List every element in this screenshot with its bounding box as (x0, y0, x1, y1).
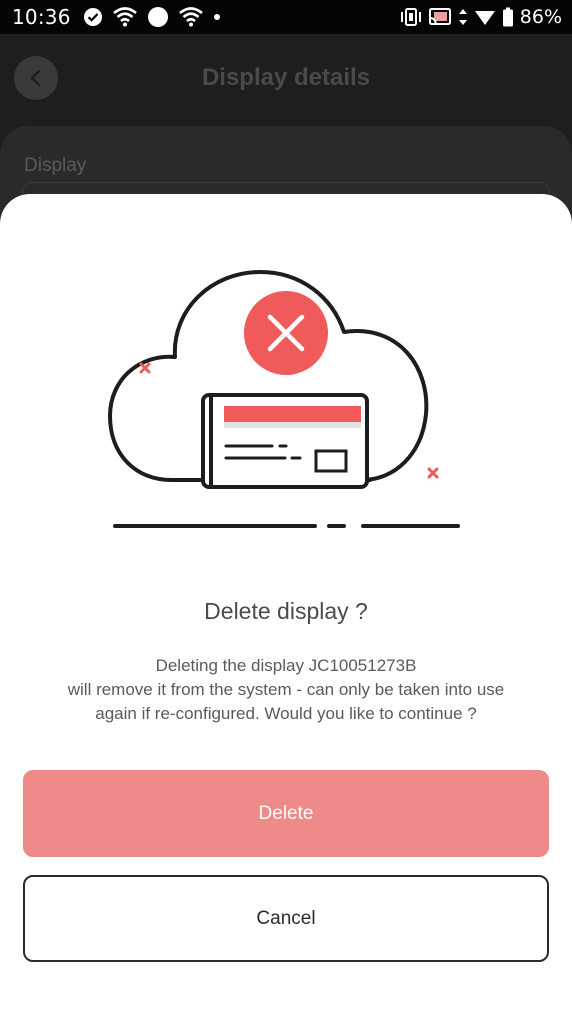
vibrate-icon (400, 8, 421, 26)
cancel-button[interactable]: Cancel (23, 875, 549, 962)
battery-icon (502, 7, 513, 27)
data-arrows-icon (458, 9, 467, 25)
dialog-message-line: Deleting the display JC10051273B (155, 656, 417, 675)
dialog-message-line: again if re-configured. Would you like t… (95, 704, 477, 723)
status-system-icons: 86% (400, 6, 562, 28)
status-notification-icons (83, 6, 221, 28)
display-label: Display (24, 155, 87, 176)
dialog-title: Delete display ? (204, 598, 368, 624)
status-bar: 10:36 86% (0, 0, 572, 34)
dialog-message-line: will remove it from the system - can onl… (67, 680, 505, 699)
wifi-icon (112, 7, 137, 27)
wifi-icon-secondary (178, 7, 203, 27)
battery-percentage: 86% (519, 6, 562, 28)
cloud-delete-illustration (108, 270, 460, 528)
check-circle-icon (83, 8, 102, 26)
delete-display-sheet: Delete display ? Deleting the display JC… (0, 194, 572, 1010)
cast-icon (428, 8, 451, 25)
page-title: Display details (201, 64, 371, 91)
dot-icon (213, 14, 220, 20)
circle-icon (147, 7, 168, 27)
app-header: Display details (0, 34, 572, 124)
delete-button[interactable]: Delete (23, 770, 549, 857)
status-time: 10:36 (12, 5, 71, 29)
signal-icon (474, 11, 495, 25)
dialog-message: Deleting the display JC10051273B will re… (20, 654, 552, 726)
